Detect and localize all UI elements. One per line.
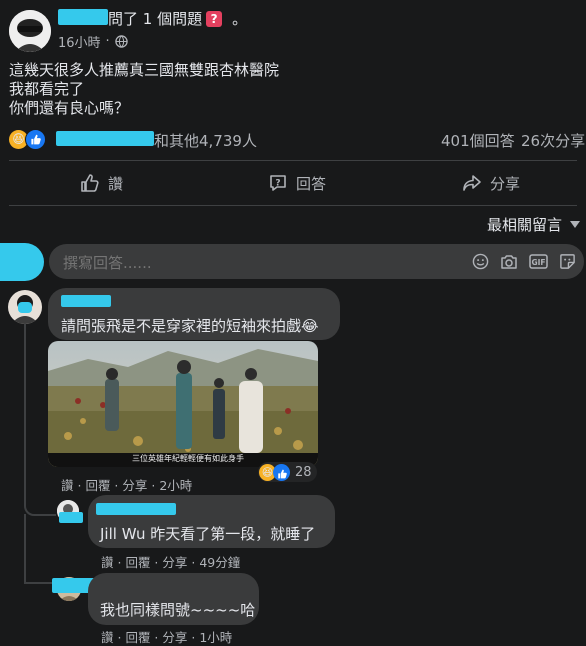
author-name-redaction: [58, 9, 108, 25]
composer-box[interactable]: GIF: [49, 244, 584, 279]
comment-bubble[interactable]: 請問張飛是不是穿家裡的短袖來拍戲😂: [48, 288, 340, 340]
reply-reply-link[interactable]: 回覆: [125, 630, 150, 645]
like-button[interactable]: 讚: [80, 168, 123, 198]
comment-share-link[interactable]: 分享: [122, 478, 147, 493]
shares-count[interactable]: 26次分享: [521, 130, 585, 151]
post-time[interactable]: 16小時: [58, 32, 101, 51]
comment-reaction-count: 28: [295, 464, 312, 480]
commenter-name-redaction: [61, 295, 111, 307]
divider: [9, 160, 577, 161]
svg-text:GIF: GIF: [531, 258, 545, 267]
reply-like-link[interactable]: 讚: [101, 630, 114, 645]
comment-image[interactable]: 三位英雄年紀輕輕便有如此身手: [48, 341, 318, 467]
share-button[interactable]: 分享: [462, 168, 520, 198]
sort-label: 最相關留言: [487, 216, 563, 234]
camera-icon[interactable]: [500, 253, 518, 270]
reply-text: Jill Wu 昨天看了第一段，就睡了: [100, 525, 316, 543]
reply-time[interactable]: 1小時: [199, 630, 232, 645]
globe-icon: [114, 35, 128, 48]
thread-line: [24, 582, 52, 584]
svg-text:?: ?: [275, 179, 280, 189]
commenter-avatar[interactable]: [8, 290, 42, 324]
reply-bubble[interactable]: Jill Wu 昨天看了第一段，就睡了: [88, 495, 335, 548]
chevron-down-icon: [570, 221, 581, 228]
comment-like-link[interactable]: 讚: [61, 478, 74, 493]
share-arrow-icon: [463, 175, 481, 191]
thread-line: [24, 514, 26, 584]
answer-button[interactable]: ? 回答: [268, 168, 326, 198]
post-author-action: 問了 1 個問題: [108, 10, 203, 28]
reply-text: 我也同樣問號~~~~哈: [100, 601, 256, 619]
image-caption: 三位英雄年紀輕輕便有如此身手: [132, 454, 244, 463]
composer-avatar-redaction: [0, 243, 44, 281]
thumbs-up-icon: [81, 174, 99, 192]
share-label: 分享: [490, 174, 521, 193]
question-badge-icon: ?: [206, 10, 223, 27]
reply-time[interactable]: 49分鐘: [199, 555, 240, 570]
sticker-icon[interactable]: [559, 253, 576, 270]
comment-time[interactable]: 2小時: [159, 478, 192, 493]
author-avatar[interactable]: [9, 10, 51, 52]
reply-avatar-redaction: [59, 512, 83, 523]
question-bubble-icon: ?: [270, 175, 286, 191]
answers-count[interactable]: 401個回答: [441, 130, 515, 151]
reactor-names-redaction: [56, 131, 154, 146]
post-line: 這幾天很多人推薦真三國無雙跟杏林醫院: [9, 61, 280, 79]
divider: [9, 205, 577, 206]
reply-like-link[interactable]: 讚: [101, 555, 114, 570]
reply-share-link[interactable]: 分享: [162, 630, 187, 645]
comment-reply-link[interactable]: 回覆: [85, 478, 110, 493]
replier-name-redaction: [96, 503, 176, 515]
emoji-icon[interactable]: [472, 253, 489, 270]
answer-label: 回答: [296, 174, 327, 193]
like-reaction-icon: [25, 128, 46, 150]
reply-bubble[interactable]: 我也同樣問號~~~~哈: [88, 573, 259, 625]
post-body: 這幾天很多人推薦真三國無雙跟杏林醫院 我都看完了 你們還有良心嗎？: [9, 61, 279, 118]
like-label: 讚: [108, 174, 124, 193]
reactions-count[interactable]: 和其他4,739人: [154, 130, 257, 151]
like-reaction-icon: [273, 463, 290, 481]
comment-text: 請問張飛是不是穿家裡的短袖來拍戲😂: [61, 317, 319, 335]
sort-dropdown[interactable]: 最相關留言: [487, 214, 581, 235]
comment-reactions[interactable]: 😆 28: [258, 462, 317, 482]
reply-reply-link[interactable]: 回覆: [125, 555, 150, 570]
reply-share-link[interactable]: 分享: [162, 555, 187, 570]
comment-input[interactable]: [61, 251, 445, 274]
post-line: 我都看完了: [9, 80, 85, 98]
gif-icon[interactable]: GIF: [529, 253, 548, 270]
post-line: 你們還有良心嗎？: [9, 99, 130, 117]
